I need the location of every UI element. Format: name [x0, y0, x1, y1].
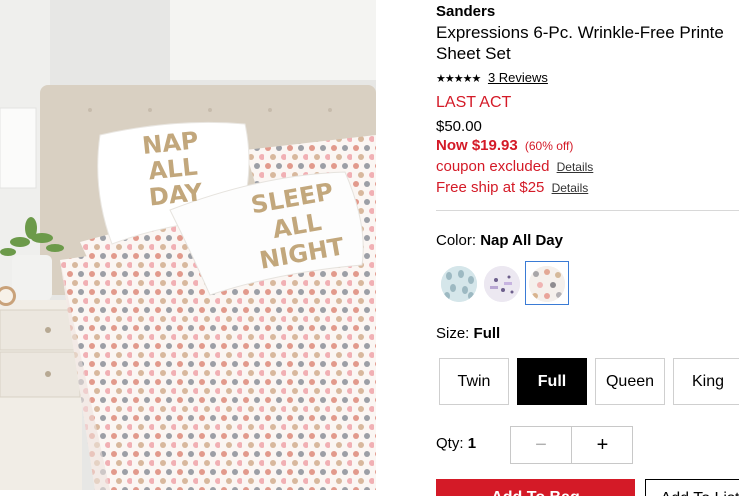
color-swatches: [436, 261, 586, 305]
shipping-text: Free ship at $25: [436, 179, 545, 196]
last-act-badge: LAST ACT: [436, 94, 512, 111]
original-price: $50.00: [436, 118, 482, 135]
reviews-link[interactable]: 3 Reviews: [488, 70, 548, 85]
size-label: Size:: [436, 325, 470, 342]
sale-price-value: Now $19.93: [436, 137, 518, 154]
quantity-label-row: Qty: 1: [436, 435, 476, 452]
discount-percent: (60% off): [524, 139, 574, 153]
size-label-row: Size: Full: [436, 325, 500, 342]
pillow-text-nap-all-day: NAP ALL DAY: [140, 126, 204, 212]
size-option-king[interactable]: King: [673, 358, 739, 405]
add-to-list-button[interactable]: Add To List: [645, 479, 739, 496]
product-title: Expressions 6-Pc. Wrinkle-Free Printe Sh…: [436, 22, 739, 64]
size-option-twin[interactable]: Twin: [439, 358, 509, 405]
selected-color-name: Nap All Day: [480, 232, 563, 249]
color-swatch-blue[interactable]: [441, 266, 477, 302]
product-title-line-2: Sheet Set: [436, 44, 511, 63]
quantity-stepper: − +: [510, 426, 633, 464]
rating-row: ★★★★★ 3 Reviews: [436, 70, 548, 85]
coupon-details-link[interactable]: Details: [557, 160, 594, 174]
quantity-label: Qty:: [436, 435, 464, 452]
product-image[interactable]: NAP ALL DAY SLEEP ALL NIGHT: [0, 0, 376, 490]
coupon-note: coupon excluded Details: [436, 158, 593, 175]
quantity-value: 1: [467, 435, 477, 452]
color-swatch-nap-all-day[interactable]: [529, 266, 565, 302]
color-swatch-purple[interactable]: [484, 266, 520, 302]
divider: [436, 210, 739, 211]
sale-price: Now $19.93 (60% off): [436, 137, 573, 154]
brand-name[interactable]: Sanders: [436, 3, 495, 20]
quantity-decrease-button[interactable]: −: [511, 427, 572, 463]
shipping-details-link[interactable]: Details: [552, 181, 589, 195]
selected-size-name: Full: [473, 325, 501, 342]
size-option-queen[interactable]: Queen: [595, 358, 665, 405]
add-to-bag-button[interactable]: Add To Bag: [436, 479, 635, 496]
star-rating-icon: ★★★★★: [436, 73, 481, 85]
color-label-row: Color: Nap All Day: [436, 232, 563, 249]
color-label: Color:: [436, 232, 477, 249]
quantity-increase-button[interactable]: +: [572, 427, 633, 463]
coupon-text: coupon excluded: [436, 158, 550, 175]
product-title-line-1: Expressions 6-Pc. Wrinkle-Free Printe: [436, 23, 724, 42]
shipping-note: Free ship at $25 Details: [436, 179, 588, 196]
size-option-full[interactable]: Full: [517, 358, 587, 405]
